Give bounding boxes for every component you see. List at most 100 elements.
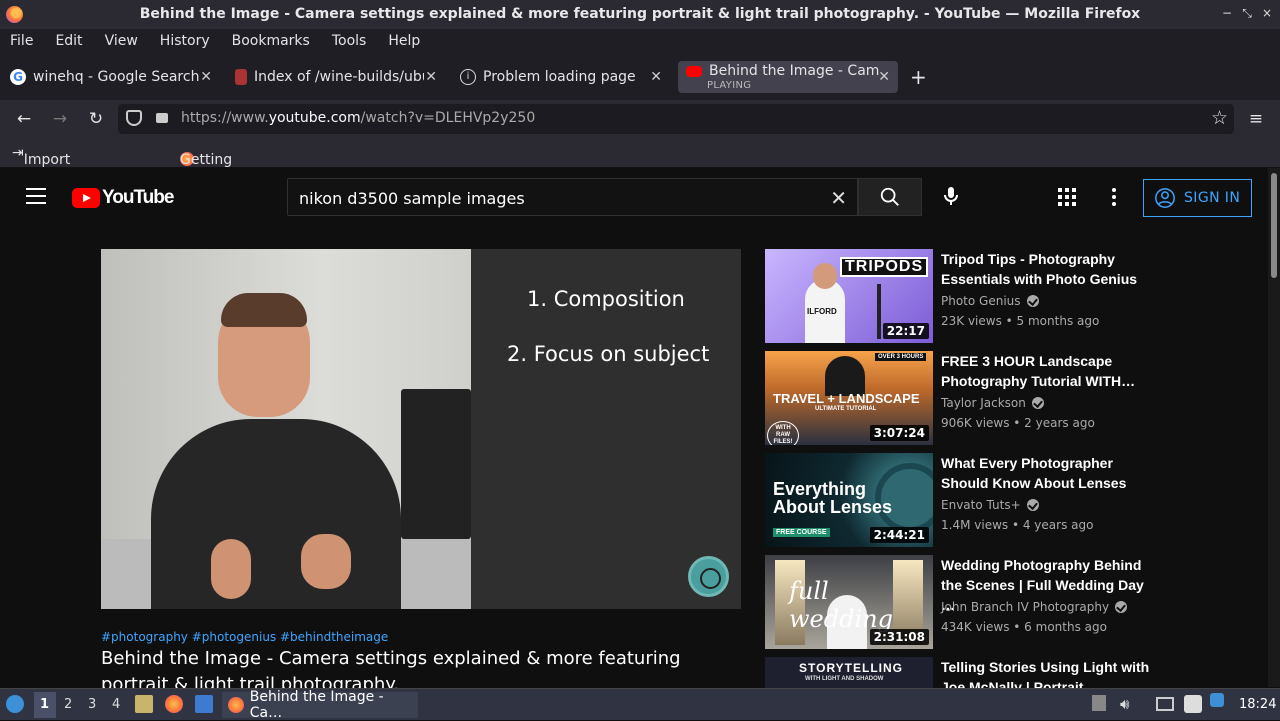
- storage-icon[interactable]: [1092, 695, 1106, 711]
- settings-kebab-icon[interactable]: [1112, 188, 1118, 206]
- video-duration: 2:44:21: [869, 527, 929, 543]
- recommendation-title[interactable]: What Every Photographer Should Know Abou…: [941, 453, 1151, 493]
- tab-label: winehq - Google Search: [33, 69, 200, 85]
- import-bookmarks-link[interactable]: ⇥ Import bookmarks...: [12, 145, 115, 184]
- start-menu-icon[interactable]: [6, 695, 24, 713]
- video-hashtags[interactable]: #photography #photogenius #behindtheimag…: [101, 630, 388, 644]
- recommendation-title[interactable]: FREE 3 HOUR Landscape Photography Tutori…: [941, 351, 1151, 391]
- new-tab-button[interactable]: +: [910, 61, 930, 93]
- desktop-icon[interactable]: [195, 695, 213, 713]
- close-tab-icon[interactable]: ✕: [425, 69, 437, 85]
- channel-name[interactable]: Photo Genius: [941, 294, 1039, 308]
- page-icon: [235, 69, 247, 85]
- youtube-play-icon: [72, 188, 100, 208]
- tab-bar: G winehq - Google Search ✕ Index of /win…: [0, 53, 1280, 100]
- slide-line-focus: 2. Focus on subject: [507, 342, 710, 366]
- menu-bar: File Edit View History Bookmarks Tools H…: [0, 29, 1280, 53]
- video-thumbnail[interactable]: OVER 3 HOURS TRAVEL + LANDSCAPE ULTIMATE…: [765, 351, 933, 445]
- recommendation-item[interactable]: TRIPODS ILFORD 22:17 Tripod Tips - Photo…: [765, 249, 1155, 343]
- tab-google-search[interactable]: G winehq - Google Search ✕: [10, 61, 220, 93]
- minimize-button[interactable]: −: [1220, 6, 1234, 20]
- bookmark-star-icon[interactable]: ☆: [1211, 107, 1228, 129]
- video-thumbnail[interactable]: TRIPODS ILFORD 22:17: [765, 249, 933, 343]
- menu-bookmarks[interactable]: Bookmarks: [232, 33, 310, 49]
- thumb-subtext: ILFORD: [807, 307, 837, 316]
- workspace-4[interactable]: 4: [112, 697, 120, 712]
- taskbar-firefox-window[interactable]: Behind the Image - Ca…: [222, 689, 418, 721]
- close-tab-icon[interactable]: ✕: [878, 69, 890, 85]
- bookmarks-bar: ⇥ Import bookmarks... Getting Started: [0, 138, 1280, 184]
- recommendation-title[interactable]: Telling Stories Using Light with Joe McN…: [941, 657, 1151, 688]
- video-frame-presenter-body: [151, 419, 401, 609]
- close-tab-icon[interactable]: ✕: [200, 69, 212, 85]
- video-thumbnail[interactable]: STORYTELLING WITH LIGHT AND SHADOW: [765, 657, 933, 688]
- forward-arrow-icon[interactable]: →: [50, 109, 70, 129]
- reload-icon[interactable]: ↻: [86, 109, 106, 129]
- recommendation-item[interactable]: OVER 3 HOURS TRAVEL + LANDSCAPE ULTIMATE…: [765, 351, 1155, 445]
- clipboard-icon[interactable]: [1184, 695, 1202, 713]
- clock: 18:24: [1239, 697, 1277, 712]
- close-window-button[interactable]: ×: [1260, 6, 1274, 20]
- sign-in-button[interactable]: SIGN IN: [1143, 179, 1252, 217]
- file-manager-icon[interactable]: [135, 695, 153, 713]
- video-player[interactable]: 1. Composition 2. Focus on subject: [101, 249, 741, 609]
- thumb-person: [825, 356, 865, 396]
- notification-icon[interactable]: [1210, 693, 1224, 707]
- menu-help[interactable]: Help: [388, 33, 420, 49]
- menu-edit[interactable]: Edit: [55, 33, 82, 49]
- maximize-button[interactable]: ⤡: [1240, 6, 1254, 20]
- lock-icon[interactable]: [156, 113, 168, 123]
- shield-icon[interactable]: [126, 110, 142, 126]
- scrollbar-thumb[interactable]: [1271, 173, 1277, 278]
- menu-file[interactable]: File: [10, 33, 33, 49]
- workspace-3[interactable]: 3: [88, 697, 96, 712]
- address-bar[interactable]: https://www.youtube.com/watch?v=DLEHVp2y…: [118, 104, 1234, 134]
- voice-search-button[interactable]: [933, 178, 969, 214]
- tab-label: Behind the Image - Came: [709, 63, 879, 79]
- recommendation-title[interactable]: Tripod Tips - Photography Essentials wit…: [941, 249, 1151, 289]
- volume-icon[interactable]: 🔊︎: [1120, 695, 1138, 713]
- channel-name[interactable]: Envato Tuts+: [941, 498, 1039, 512]
- recommendation-item[interactable]: Everything About Lenses FREE COURSE 2:44…: [765, 453, 1155, 547]
- video-meta: 906K views • 2 years ago: [941, 416, 1095, 430]
- video-frame-hand: [211, 539, 251, 599]
- back-arrow-icon[interactable]: ←: [14, 109, 34, 129]
- recommendation-item[interactable]: full wedding 2:31:08 Wedding Photography…: [765, 555, 1155, 649]
- network-icon[interactable]: [1156, 697, 1174, 711]
- video-thumbnail[interactable]: Everything About Lenses FREE COURSE 2:44…: [765, 453, 933, 547]
- tab-problem-loading[interactable]: i Problem loading page ✕: [460, 61, 670, 93]
- channel-watermark-icon[interactable]: [688, 556, 729, 597]
- verified-icon: [1115, 601, 1128, 613]
- menu-tools[interactable]: Tools: [332, 33, 367, 49]
- firefox-launcher-icon[interactable]: [165, 695, 183, 713]
- tab-youtube-active[interactable]: Behind the Image - Came PLAYING ✕: [678, 61, 898, 93]
- search-button[interactable]: [858, 178, 922, 216]
- youtube-logo[interactable]: YouTube: [72, 187, 174, 209]
- menu-view[interactable]: View: [105, 33, 138, 49]
- workspace-1[interactable]: 1: [40, 697, 49, 712]
- video-duration: 2:31:08: [869, 629, 929, 645]
- microphone-icon: [944, 187, 958, 205]
- app-menu-icon[interactable]: ≡: [1246, 109, 1266, 129]
- info-icon: i: [460, 69, 476, 85]
- video-meta: 23K views • 5 months ago: [941, 314, 1100, 328]
- slide-line-composition: 1. Composition: [527, 287, 685, 311]
- close-tab-icon[interactable]: ✕: [650, 69, 662, 85]
- guide-menu-icon[interactable]: [26, 188, 46, 204]
- thumb-person-head: [813, 263, 837, 289]
- apps-grid-icon[interactable]: [1058, 188, 1076, 206]
- thumb-text: TRAVEL + LANDSCAPE: [773, 391, 920, 406]
- tab-wine-builds[interactable]: Index of /wine-builds/ubu ✕: [235, 61, 445, 93]
- workspace-2[interactable]: 2: [64, 697, 72, 712]
- menu-history[interactable]: History: [160, 33, 210, 49]
- verified-icon: [1026, 499, 1039, 511]
- video-thumbnail[interactable]: full wedding 2:31:08: [765, 555, 933, 649]
- channel-name[interactable]: John Branch IV Photography: [941, 600, 1128, 614]
- recommendation-item[interactable]: STORYTELLING WITH LIGHT AND SHADOW Telli…: [765, 657, 1155, 688]
- clear-search-icon[interactable]: ✕: [830, 186, 847, 210]
- page-scrollbar[interactable]: [1268, 168, 1280, 687]
- channel-name[interactable]: Taylor Jackson: [941, 396, 1044, 410]
- thumb-text: TRIPODS: [845, 258, 924, 275]
- search-input[interactable]: nikon d3500 sample images ✕: [287, 178, 858, 216]
- youtube-header: YouTube nikon d3500 sample images ✕ SIGN…: [0, 168, 1268, 225]
